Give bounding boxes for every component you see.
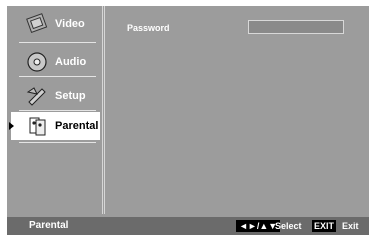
osd-screen: Video Audio Setup Parental Password Pare… bbox=[7, 6, 369, 235]
disc-icon bbox=[25, 50, 49, 74]
wrench-icon bbox=[25, 84, 49, 108]
status-title: Parental bbox=[29, 220, 69, 231]
exit-key-badge[interactable]: EXIT bbox=[312, 220, 337, 232]
exit-hint: Exit bbox=[342, 221, 359, 231]
menu-item-label: Setup bbox=[55, 90, 86, 102]
menu-item-video[interactable]: Video bbox=[7, 10, 102, 38]
select-hint: Select bbox=[275, 221, 302, 231]
divider bbox=[19, 142, 96, 143]
menu-item-setup[interactable]: Setup bbox=[7, 82, 102, 110]
menu-item-label: Audio bbox=[55, 56, 87, 68]
divider bbox=[19, 76, 96, 77]
panel-divider bbox=[104, 6, 105, 214]
menu-item-parental[interactable]: Parental bbox=[9, 112, 100, 140]
status-bar: Parental ◄►/▲▼ Select EXIT Exit bbox=[7, 217, 369, 235]
divider bbox=[19, 110, 96, 111]
password-label: Password bbox=[127, 23, 170, 33]
menu-sidebar: Video Audio Setup Parental bbox=[7, 6, 103, 214]
menu-item-audio[interactable]: Audio bbox=[7, 48, 102, 76]
menu-item-label: Parental bbox=[55, 120, 99, 132]
selection-arrow-icon bbox=[9, 122, 14, 130]
film-icon bbox=[25, 12, 49, 36]
family-icon bbox=[25, 114, 49, 138]
password-field[interactable] bbox=[248, 20, 344, 34]
navigation-keys-icon: ◄►/▲▼ bbox=[236, 220, 281, 232]
menu-item-label: Video bbox=[55, 18, 85, 30]
divider bbox=[19, 42, 96, 43]
